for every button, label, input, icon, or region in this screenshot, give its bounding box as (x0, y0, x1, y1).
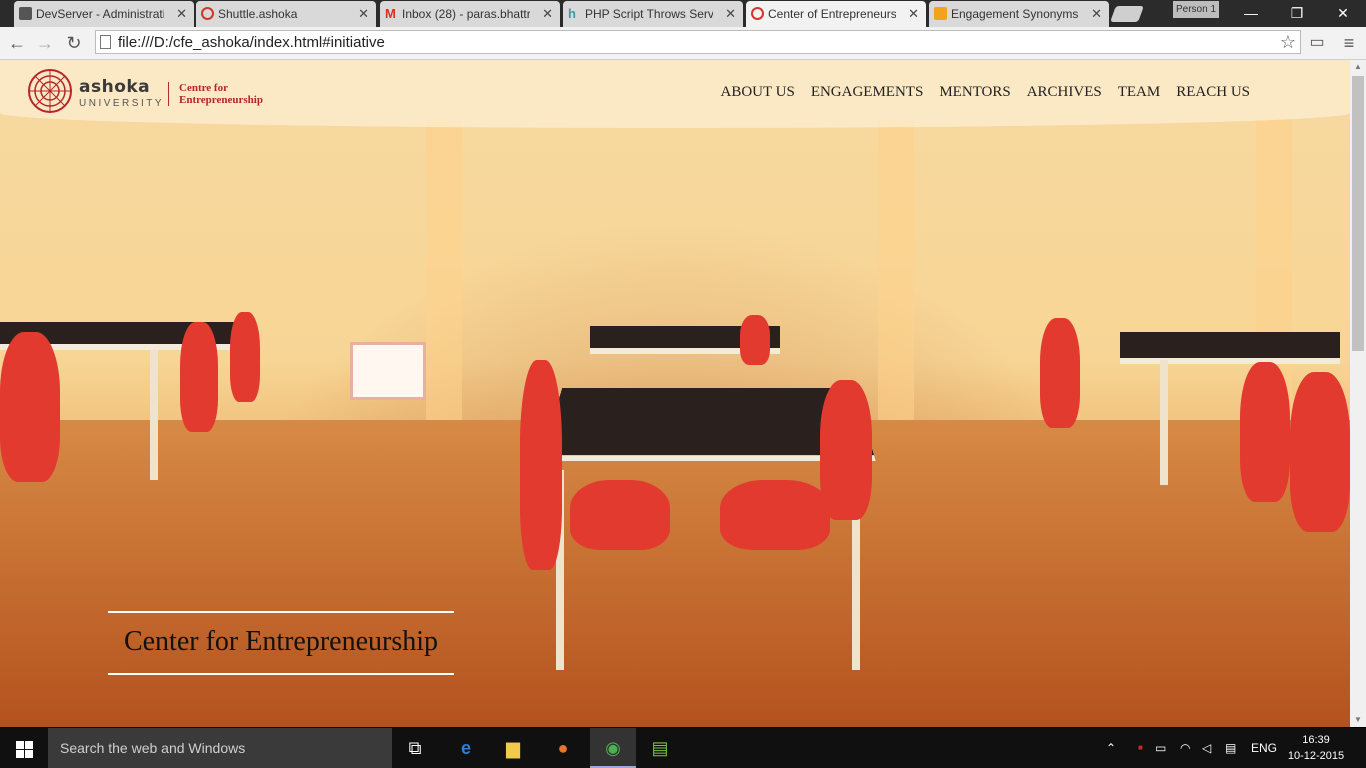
language-indicator[interactable]: ENG (1251, 728, 1277, 768)
hero-chair (520, 360, 562, 570)
site-header: ashoka UNIVERSITY Centre for Entrepreneu… (0, 60, 1350, 128)
tray-chevron-icon[interactable]: ⌃ (1106, 728, 1116, 768)
tray-app-icon[interactable]: ■ (1138, 728, 1143, 768)
cast-icon[interactable]: ▭ (1305, 31, 1329, 55)
clock-time: 16:39 (1302, 734, 1330, 746)
ashoka-logo-icon[interactable] (27, 68, 73, 114)
browser-tab[interactable]: M Inbox (28) - paras.bhattr ✕ (380, 1, 560, 27)
new-tab-button[interactable] (1110, 6, 1144, 22)
browser-tab[interactable]: DevServer - Administrati ✕ (14, 1, 194, 27)
hero-chair (720, 480, 830, 550)
tab-title: Shuttle.ashoka (218, 7, 298, 21)
notepad-plus-icon[interactable]: ▤ (637, 728, 683, 768)
tab-title: PHP Script Throws Serve (585, 7, 713, 21)
table-leg (1160, 360, 1168, 485)
devserver-favicon-icon (19, 7, 32, 20)
browser-tab-active[interactable]: Center of Entrepreneursl ✕ (746, 1, 926, 27)
firefox-icon[interactable]: ● (540, 728, 586, 768)
reload-icon[interactable]: ↻ (62, 31, 86, 55)
edge-icon[interactable]: e (443, 728, 489, 768)
hero-table (1120, 332, 1340, 364)
notifications-icon[interactable]: ▤ (1225, 728, 1236, 768)
thesaurus-favicon-icon (934, 7, 947, 20)
back-arrow-icon[interactable]: ← (5, 31, 29, 55)
hero-chair (1040, 318, 1080, 428)
logo-cfe-line2: Entrepreneurship (179, 94, 263, 106)
scroll-up-icon[interactable]: ▲ (1350, 60, 1366, 74)
logo-divider (168, 82, 169, 106)
hero-chair (180, 322, 218, 432)
battery-icon[interactable]: ▭ (1155, 728, 1166, 768)
close-window-icon[interactable]: ✕ (1320, 0, 1366, 27)
hero-chair (820, 380, 872, 520)
tab-close-icon[interactable]: ✕ (908, 1, 919, 27)
browser-tab[interactable]: Shuttle.ashoka ✕ (196, 1, 376, 27)
logo-wordmark: ashoka (79, 77, 151, 97)
wall-heater (350, 342, 426, 400)
hero-caption: Center for Entrepreneurship (108, 611, 454, 675)
nav-archives[interactable]: ARCHIVES (1027, 84, 1102, 101)
taskbar-search-input[interactable]: Search the web and Windows (48, 728, 392, 768)
forward-arrow-icon[interactable]: → (33, 31, 57, 55)
ashoka-favicon-icon (751, 7, 764, 20)
table-leg (150, 350, 158, 480)
wifi-icon[interactable]: ◠ (1180, 728, 1190, 768)
browser-tab[interactable]: h PHP Script Throws Serve ✕ (563, 1, 743, 27)
logo-cfe-line1: Centre for (179, 82, 228, 94)
clock-date: 10-12-2015 (1287, 750, 1345, 762)
scroll-thumb[interactable] (1352, 76, 1364, 351)
volume-icon[interactable]: ◁ (1202, 728, 1211, 768)
tab-close-icon[interactable]: ✕ (725, 1, 736, 27)
php-favicon-icon: h (568, 6, 576, 21)
tab-close-icon[interactable]: ✕ (1091, 1, 1102, 27)
chrome-icon[interactable]: ◉ (590, 728, 636, 768)
tab-title: Engagement Synonyms, (951, 7, 1079, 21)
address-bar[interactable]: ☆ (95, 30, 1301, 54)
minimize-icon[interactable]: — (1228, 0, 1274, 27)
nav-about-us[interactable]: ABOUT US (720, 84, 794, 101)
hero-chair (570, 480, 670, 550)
taskbar-clock[interactable]: 16:39 10-12-2015 (1285, 732, 1347, 764)
task-view-icon[interactable]: ⧉ (392, 728, 438, 768)
hero-floor (0, 420, 1350, 727)
browser-toolbar: ← → ↻ ☆ ▭ ≡ (0, 27, 1366, 60)
page-icon (100, 35, 111, 49)
profile-button[interactable]: Person 1 (1173, 1, 1219, 18)
scroll-down-icon[interactable]: ▼ (1350, 713, 1366, 727)
url-input[interactable] (118, 32, 1268, 52)
wall-pillar (426, 120, 462, 420)
gmail-favicon-icon: M (385, 6, 396, 21)
logo-subtitle: UNIVERSITY (79, 98, 165, 109)
wall-pillar (878, 120, 914, 420)
hero-caption-text: Center for Entrepreneurship (123, 626, 439, 657)
tab-close-icon[interactable]: ✕ (358, 1, 369, 27)
tab-title: Center of Entrepreneursl (768, 7, 896, 21)
page-viewport: ashoka UNIVERSITY Centre for Entrepreneu… (0, 60, 1350, 727)
ashoka-favicon-icon (201, 7, 214, 20)
hero-chair (230, 312, 260, 402)
nav-team[interactable]: TEAM (1118, 84, 1161, 101)
main-nav: ABOUT US ENGAGEMENTS MENTORS ARCHIVES TE… (704, 84, 1250, 101)
logo-centre-name: Centre for Entrepreneurship (179, 82, 263, 106)
tab-title: Inbox (28) - paras.bhattr (402, 7, 530, 21)
windows-taskbar: Search the web and Windows ⧉ e ▆ ● ◉ ▤ ⌃… (0, 728, 1366, 768)
hero-chair (1240, 362, 1290, 502)
nav-reach-us[interactable]: REACH US (1176, 84, 1250, 101)
hero-chair (1290, 372, 1350, 532)
nav-mentors[interactable]: MENTORS (939, 84, 1010, 101)
windows-start-icon[interactable] (0, 728, 48, 768)
page-scrollbar[interactable]: ▲ ▼ (1350, 60, 1366, 727)
file-explorer-icon[interactable]: ▆ (490, 728, 536, 768)
tab-close-icon[interactable]: ✕ (542, 1, 553, 27)
tab-title: DevServer - Administrati (36, 7, 164, 21)
tab-close-icon[interactable]: ✕ (176, 1, 187, 27)
restore-icon[interactable]: ❐ (1274, 0, 1320, 27)
hero-chair (740, 315, 770, 365)
browser-tab[interactable]: Engagement Synonyms, ✕ (929, 1, 1109, 27)
nav-engagements[interactable]: ENGAGEMENTS (811, 84, 924, 101)
hero-chair (0, 332, 60, 482)
bookmark-star-icon[interactable]: ☆ (1280, 31, 1296, 53)
browser-tab-strip: DevServer - Administrati ✕ Shuttle.ashok… (0, 0, 1366, 27)
menu-icon[interactable]: ≡ (1337, 31, 1361, 55)
